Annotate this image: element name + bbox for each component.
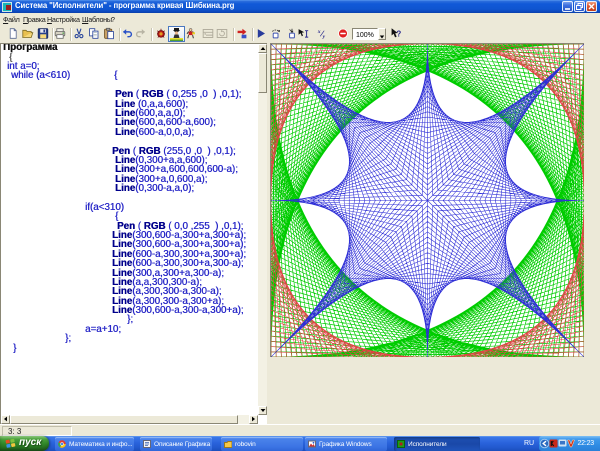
svg-text:y: y	[322, 34, 326, 40]
svg-text:?: ?	[396, 29, 401, 38]
svg-text:x: x	[317, 29, 321, 35]
